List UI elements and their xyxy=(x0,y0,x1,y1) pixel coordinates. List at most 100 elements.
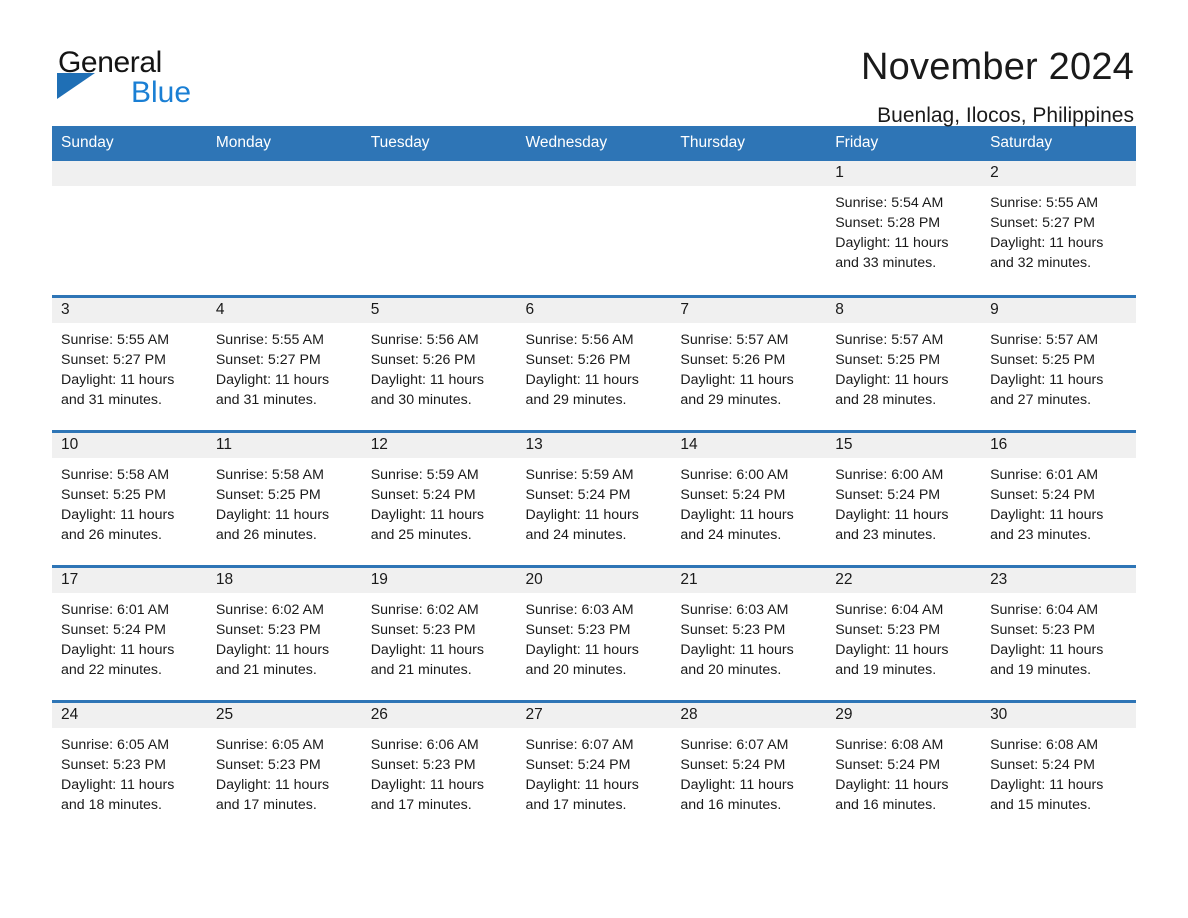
day-number xyxy=(671,161,827,186)
calendar-day-cell[interactable]: 27 Sunrise: 6:07 AM Sunset: 5:24 PM Dayligh… xyxy=(516,701,672,836)
calendar-day-cell[interactable]: 6 Sunrise: 5:56 AM Sunset: 5:26 PM Daylight… xyxy=(516,296,672,433)
daylight-text-line2: and 17 minutes. xyxy=(370,796,472,813)
sunset-text: Sunset: 5:24 PM xyxy=(990,756,1095,773)
sunrise-text: Sunrise: 5:59 AM xyxy=(370,466,479,483)
daylight-text-line2: and 29 minutes. xyxy=(525,391,627,408)
daylight-text-line1: Daylight: 11 hours xyxy=(990,235,1104,251)
logo-triangle-icon xyxy=(57,73,95,99)
daylight-text-line2: and 18 minutes. xyxy=(61,796,162,813)
day-number xyxy=(361,161,517,186)
calendar-day-cell[interactable]: 1 Sunrise: 5:54 AM Sunset: 5:28 PM Daylight… xyxy=(826,161,982,298)
sunset-text: Sunset: 5:24 PM xyxy=(680,756,786,773)
daylight-text-line1: Daylight: 11 hours xyxy=(525,371,639,388)
daylight-text-line2: and 23 minutes. xyxy=(835,526,937,543)
sunrise-text: Sunrise: 6:04 AM xyxy=(835,601,944,618)
day-details xyxy=(362,186,517,193)
calendar-day-cell[interactable]: 26 Sunrise: 6:06 AM Sunset: 5:23 PM Dayligh… xyxy=(361,701,517,836)
sunset-text: Sunset: 5:24 PM xyxy=(835,486,941,503)
sunset-text: Sunset: 5:25 PM xyxy=(215,486,321,503)
calendar-day-cell[interactable]: 25 Sunrise: 6:05 AM Sunset: 5:23 PM Dayligh… xyxy=(206,701,362,837)
calendar-day-cell[interactable]: 7 Sunrise: 5:57 AM Sunset: 5:26 PM Daylight… xyxy=(671,296,827,433)
sunset-text: Sunset: 5:23 PM xyxy=(370,621,476,638)
daylight-text-line1: Daylight: 11 hours xyxy=(61,641,175,658)
weekday-header-row: Sunday Monday Tuesday Wednesday Thursday Frid… xyxy=(52,126,1136,161)
day-cell-inner xyxy=(52,161,207,295)
calendar-day-cell[interactable]: 14 Sunrise: 6:00 AM Sunset: 5:24 PM Dayligh… xyxy=(671,431,827,568)
sunset-text: Sunset: 5:23 PM xyxy=(215,756,321,773)
sunrise-text: Sunrise: 6:05 AM xyxy=(61,736,170,753)
calendar-day-cell[interactable]: 28 Sunrise: 6:07 AM Sunset: 5:24 PM Dayligh… xyxy=(671,701,827,836)
day-number xyxy=(52,161,207,186)
sunrise-text: Sunrise: 6:03 AM xyxy=(680,601,789,618)
daylight-text-line1: Daylight: 11 hours xyxy=(525,641,639,658)
calendar-day-cell[interactable]: 5 Sunrise: 5:56 AM Sunset: 5:26 PM Daylight… xyxy=(361,296,517,433)
daylight-text-line2: and 15 minutes. xyxy=(990,796,1092,813)
daylight-text-line2: and 23 minutes. xyxy=(990,526,1092,543)
calendar-day-cell[interactable]: 4 Sunrise: 5:55 AM Sunset: 5:27 PM Daylight… xyxy=(206,296,362,433)
daylight-text-line2: and 31 minutes. xyxy=(215,391,317,408)
calendar-day-cell[interactable]: 16 Sunrise: 6:01 AM Sunset: 5:24 PM Dayligh… xyxy=(981,431,1136,568)
day-cell-inner: 14 Sunrise: 6:00 AM Sunset: 5:24 PM Dayligh… xyxy=(671,432,827,565)
day-cell-inner: 24 Sunrise: 6:05 AM Sunset: 5:23 PM Dayligh… xyxy=(52,702,207,837)
sunrise-text: Sunrise: 6:02 AM xyxy=(215,601,324,618)
day-cell-inner xyxy=(206,161,362,295)
calendar-day-cell[interactable]: 11 Sunrise: 5:58 AM Sunset: 5:25 PM Dayligh… xyxy=(206,431,362,568)
daylight-text-line2: and 20 minutes. xyxy=(680,661,782,678)
calendar-day-cell[interactable]: 10 Sunrise: 5:58 AM Sunset: 5:25 PM Dayligh… xyxy=(52,431,207,568)
day-details: Sunrise: 6:04 AM Sunset: 5:23 PM Daylight:… xyxy=(981,593,1136,680)
calendar-day-cell[interactable]: 20 Sunrise: 6:03 AM Sunset: 5:23 PM Dayligh… xyxy=(516,566,672,703)
daylight-text-line1: Daylight: 11 hours xyxy=(525,776,639,793)
sunrise-text: Sunrise: 6:02 AM xyxy=(370,601,479,618)
day-cell-inner: 3 Sunrise: 5:55 AM Sunset: 5:27 PM Daylight… xyxy=(52,297,207,430)
day-number: 23 xyxy=(981,567,1136,593)
sunrise-text: Sunrise: 6:01 AM xyxy=(990,466,1099,483)
day-details: Sunrise: 5:59 AM Sunset: 5:24 PM Daylight:… xyxy=(517,458,672,545)
day-number: 18 xyxy=(206,567,362,593)
weekday-header-tuesday: Tuesday xyxy=(361,126,517,161)
day-cell-inner: 7 Sunrise: 5:57 AM Sunset: 5:26 PM Daylight… xyxy=(671,297,827,430)
calendar-day-cell[interactable]: 29 Sunrise: 6:08 AM Sunset: 5:24 PM Dayligh… xyxy=(826,701,982,836)
calendar-week-row: 17 Sunrise: 6:01 AM Sunset: 5:24 PM Dayligh… xyxy=(52,566,1136,703)
calendar-day-cell[interactable]: 13 Sunrise: 5:59 AM Sunset: 5:24 PM Dayligh… xyxy=(516,431,672,568)
daylight-text-line1: Daylight: 11 hours xyxy=(990,776,1104,793)
day-details xyxy=(52,186,207,193)
day-number: 13 xyxy=(516,432,672,458)
calendar-day-cell[interactable]: 19 Sunrise: 6:02 AM Sunset: 5:23 PM Dayligh… xyxy=(361,566,517,703)
sunset-text: Sunset: 5:24 PM xyxy=(525,486,631,503)
calendar-day-cell[interactable]: 12 Sunrise: 5:59 AM Sunset: 5:24 PM Dayligh… xyxy=(361,431,517,568)
day-cell-inner xyxy=(671,161,827,295)
day-cell-inner xyxy=(361,161,517,295)
day-number: 2 xyxy=(981,161,1136,186)
calendar-day-cell[interactable]: 22 Sunrise: 6:04 AM Sunset: 5:23 PM Dayligh… xyxy=(826,566,982,703)
calendar-day-cell[interactable]: 9 Sunrise: 5:57 AM Sunset: 5:25 PM Daylight… xyxy=(981,296,1136,433)
weekday-header-thursday: Thursday xyxy=(671,126,827,161)
sunrise-text: Sunrise: 5:58 AM xyxy=(215,466,324,483)
day-number xyxy=(206,161,362,186)
calendar-day-cell[interactable]: 3 Sunrise: 5:55 AM Sunset: 5:27 PM Daylight… xyxy=(52,296,207,433)
sunrise-text: Sunrise: 5:55 AM xyxy=(215,331,324,348)
sunrise-text: Sunrise: 5:56 AM xyxy=(525,331,634,348)
daylight-text-line2: and 16 minutes. xyxy=(835,796,937,813)
calendar-day-cell[interactable]: 30 Sunrise: 6:08 AM Sunset: 5:24 PM Dayligh… xyxy=(981,701,1136,836)
day-cell-inner: 25 Sunrise: 6:05 AM Sunset: 5:23 PM Dayligh… xyxy=(206,702,362,837)
calendar-day-cell[interactable]: 17 Sunrise: 6:01 AM Sunset: 5:24 PM Dayligh… xyxy=(52,566,207,703)
calendar-day-cell[interactable]: 18 Sunrise: 6:02 AM Sunset: 5:23 PM Dayligh… xyxy=(206,566,362,703)
sunrise-text: Sunrise: 6:00 AM xyxy=(835,466,944,483)
daylight-text-line2: and 17 minutes. xyxy=(215,796,317,813)
calendar-day-cell[interactable]: 24 Sunrise: 6:05 AM Sunset: 5:23 PM Dayligh… xyxy=(52,701,207,836)
calendar-day-cell[interactable]: 8 Sunrise: 5:57 AM Sunset: 5:25 PM Daylight… xyxy=(826,296,982,433)
calendar-day-cell[interactable]: 2 Sunrise: 5:55 AM Sunset: 5:27 PM Daylight… xyxy=(981,161,1136,298)
day-details: Sunrise: 5:54 AM Sunset: 5:28 PM Daylight:… xyxy=(826,186,981,273)
sunset-text: Sunset: 5:27 PM xyxy=(61,351,166,368)
calendar-day-cell[interactable]: 15 Sunrise: 6:00 AM Sunset: 5:24 PM Dayligh… xyxy=(826,431,982,568)
calendar-day-cell[interactable]: 21 Sunrise: 6:03 AM Sunset: 5:23 PM Dayligh… xyxy=(671,566,827,703)
day-cell-inner: 6 Sunrise: 5:56 AM Sunset: 5:26 PM Daylight… xyxy=(516,297,672,430)
sunset-text: Sunset: 5:27 PM xyxy=(990,215,1095,231)
day-details: Sunrise: 6:03 AM Sunset: 5:23 PM Daylight:… xyxy=(517,593,672,680)
day-details: Sunrise: 6:07 AM Sunset: 5:24 PM Daylight:… xyxy=(671,728,826,815)
day-details: Sunrise: 6:02 AM Sunset: 5:23 PM Daylight:… xyxy=(207,593,362,680)
daylight-text-line2: and 21 minutes. xyxy=(215,661,317,678)
day-cell-inner: 12 Sunrise: 5:59 AM Sunset: 5:24 PM Dayligh… xyxy=(361,432,517,565)
calendar-day-cell[interactable]: 23 Sunrise: 6:04 AM Sunset: 5:23 PM Dayligh… xyxy=(981,566,1136,703)
sunset-text: Sunset: 5:25 PM xyxy=(61,486,166,503)
